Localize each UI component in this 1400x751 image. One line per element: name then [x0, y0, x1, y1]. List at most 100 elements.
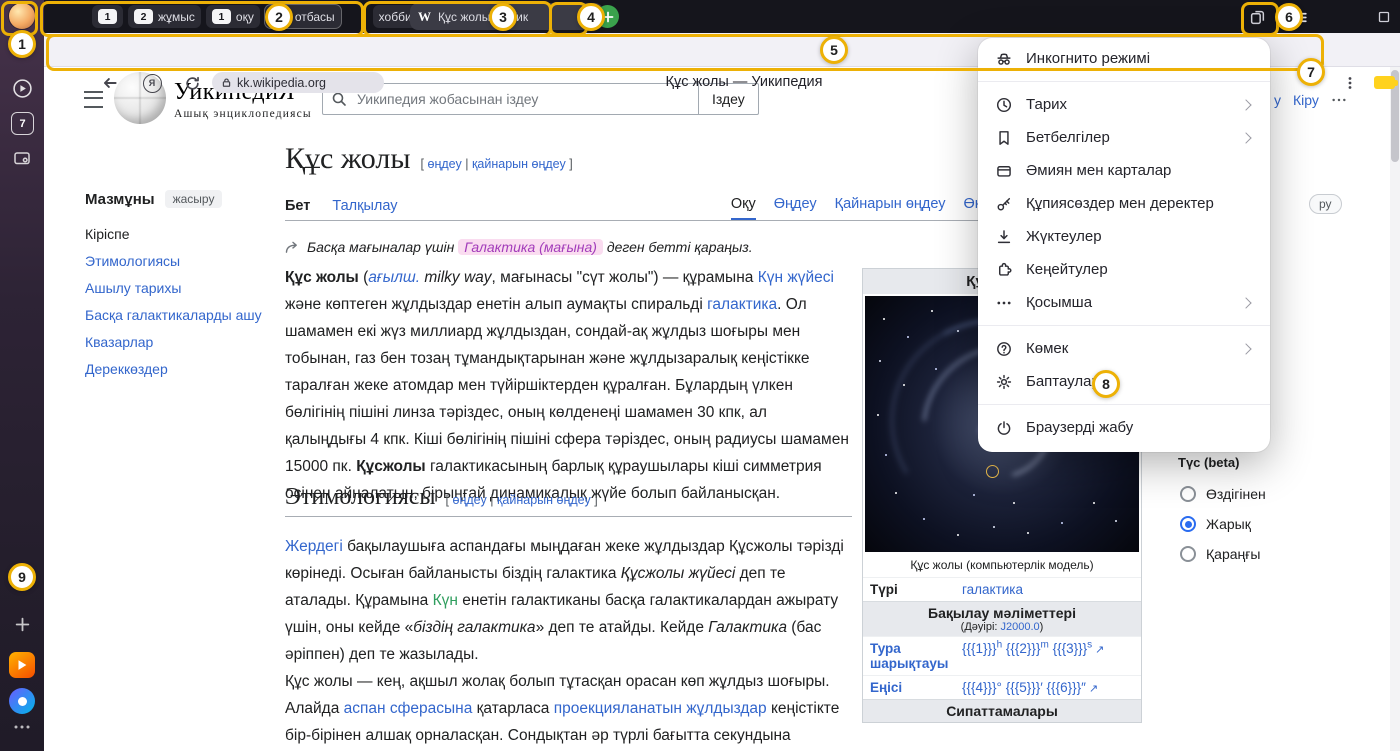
color-section-title: Түс (beta) [1178, 455, 1239, 470]
menu-item-more[interactable]: Қосымша [978, 286, 1270, 319]
menu-item-incognito[interactable]: Инкогнито режимі [978, 42, 1270, 75]
scrollbar-track[interactable] [1390, 66, 1400, 751]
row-value: {{{4}}}° {{{5}}}′ {{{6}}}″ ↗ [962, 680, 1098, 695]
menu-item-extensions[interactable]: Кеңейтулер [978, 253, 1270, 286]
bookmarks-icon [994, 128, 1014, 148]
tab-group-1[interactable]: 1 [92, 5, 123, 28]
toc-item-discovery[interactable]: Ашылу тарихы [85, 279, 263, 297]
menu-item-downloads[interactable]: Жүктеулер [978, 220, 1270, 253]
section-title: Бақылау мәліметтері [865, 605, 1139, 621]
hatnote-link[interactable]: Галактика (мағына) [458, 239, 603, 255]
epoch-line: (Дәуірі: J2000.0) [865, 621, 1139, 633]
chevron-right-icon [1240, 297, 1251, 308]
tab-group-count: 1 [212, 9, 231, 24]
tab-group-study[interactable]: 1 оқу [206, 5, 260, 28]
tab-groups: 1 2 жұмыс 1 оқу 1 отбасы хобби [92, 5, 418, 28]
edit-source-link[interactable]: қайнарын өңдеу [497, 493, 591, 507]
inline-link[interactable]: {{{4}}}° {{{5}}}′ {{{6}}}″ [962, 680, 1086, 695]
text-segment: Құсжолы [356, 458, 425, 475]
tab-edit[interactable]: Өңдеу [774, 196, 817, 220]
menu-item-bookmarks[interactable]: Бетбелгілер [978, 121, 1270, 154]
radio-circle [1180, 546, 1196, 562]
login-link[interactable]: Кіру [1293, 92, 1319, 108]
inline-link[interactable]: Жердегі [285, 538, 343, 555]
restore-window-button[interactable] [1374, 7, 1394, 27]
menu-item-close-browser[interactable]: Браузерді жабу [978, 411, 1270, 444]
inline-link[interactable]: галактика [962, 582, 1023, 597]
refresh-button[interactable] [182, 73, 202, 93]
menu-item-label: Бетбелгілер [1026, 129, 1242, 146]
radio-option-auto[interactable]: Өздігінен [1180, 486, 1266, 502]
inline-link[interactable]: {{{2}}} [1006, 641, 1041, 656]
toc-item-other-galaxies[interactable]: Басқа галактикаларды ашу [85, 306, 263, 324]
sidebar-more-button[interactable] [0, 724, 44, 730]
toc-item-etymology[interactable]: Этимологиясы [85, 252, 263, 270]
tab-talk[interactable]: Талқылау [332, 198, 397, 220]
tab-group-label: оқу [236, 10, 254, 24]
profile-avatar[interactable] [9, 3, 35, 29]
text-segment: ( [359, 269, 368, 286]
toc-item-quasars[interactable]: Квазарлар [85, 333, 263, 351]
epoch-link[interactable]: J2000.0 [1001, 621, 1040, 633]
inline-link[interactable]: Күн [433, 592, 458, 609]
screenshot-button[interactable] [0, 148, 44, 168]
menu-item-history[interactable]: Тарих [978, 88, 1270, 121]
user-menu-ellipsis-icon[interactable] [1331, 97, 1347, 103]
edit-link[interactable]: өңдеу [453, 493, 487, 507]
tab-group-work[interactable]: 2 жұмыс [128, 5, 201, 28]
bracket: ] [594, 493, 597, 507]
infobox-row-ra: Тура шарықтауы {{{1}}}h {{{2}}}m {{{3}}}… [863, 636, 1141, 675]
yandex-app-icon[interactable] [9, 652, 35, 678]
restore-window-icon [1377, 10, 1391, 24]
alice-app-icon[interactable] [9, 688, 35, 714]
radio-label: Қараңғы [1206, 546, 1260, 562]
text-segment: » деп те атайды. Кейде [536, 619, 709, 636]
menu-item-label: Құпиясөздер мен деректер [1026, 195, 1254, 212]
inline-link[interactable]: проекцияланатын жұлдыздар [554, 700, 767, 717]
menu-item-wallet[interactable]: Әмиян мен карталар [978, 154, 1270, 187]
wiki-menu-hamburger-icon[interactable] [84, 91, 103, 108]
menu-item-help[interactable]: Көмек [978, 332, 1270, 365]
inline-link[interactable]: Күн жүйесі [758, 269, 834, 286]
radio-option-light[interactable]: Жарық [1180, 516, 1251, 532]
edit-source-link[interactable]: қайнарын өңдеу [472, 157, 566, 171]
inline-link[interactable]: аспан сферасына [344, 700, 473, 717]
inline-link[interactable]: {{{3}}} [1053, 641, 1088, 656]
ellipsis-icon [13, 724, 31, 730]
row-label-link[interactable]: Тура шарықтауы [870, 641, 962, 671]
back-button[interactable] [100, 73, 120, 93]
tab-counter-badge[interactable]: 7 [11, 112, 34, 135]
inline-link[interactable]: m [1040, 640, 1048, 651]
toc-hide-button[interactable]: жасыру [165, 190, 223, 208]
sidebar-add-button[interactable] [0, 616, 44, 633]
page-actions-button[interactable] [1340, 73, 1360, 93]
text-segment: біздің галактика [413, 619, 535, 636]
signup-link-partial[interactable]: у [1274, 92, 1281, 108]
article-title: Құс жолы [285, 142, 411, 176]
appearance-hide-button-partial[interactable]: ру [1309, 194, 1342, 214]
url-field[interactable]: kk.wikipedia.org [212, 72, 384, 93]
battery-saver-icon[interactable] [1374, 76, 1395, 89]
tab-read[interactable]: Оқу [731, 196, 756, 220]
text-segment: және көптеген жұлдыздар енетін алып аума… [285, 296, 707, 313]
intro-paragraph: Құс жолы (ағылш. milky way, мағынасы "сү… [285, 264, 852, 507]
edit-link[interactable]: өңдеу [428, 157, 462, 171]
toc-item-intro[interactable]: Кіріспе [85, 225, 263, 243]
play-button[interactable] [0, 78, 44, 99]
separator: | [490, 493, 493, 507]
plus-icon [14, 616, 31, 633]
toc-item-sources[interactable]: Дереккөздер [85, 360, 263, 378]
tab-edit-source[interactable]: Қайнарын өңдеу [835, 196, 946, 220]
inline-link[interactable]: галактика [707, 296, 777, 313]
menu-item-settings[interactable]: Баптаулар [978, 365, 1270, 398]
tab-panels-button[interactable] [1247, 7, 1267, 27]
row-label-link[interactable]: Еңісі [870, 680, 962, 695]
lock-icon [221, 76, 232, 89]
radio-option-dark[interactable]: Қараңғы [1180, 546, 1260, 562]
history-icon [994, 95, 1014, 115]
tab-page[interactable]: Бет [285, 198, 310, 220]
inline-link[interactable]: {{{1}}} [962, 641, 997, 656]
inline-link[interactable]: ағылш. [368, 269, 420, 286]
menu-item-passwords[interactable]: Құпиясөздер мен деректер [978, 187, 1270, 220]
yandex-search-button[interactable]: Я [142, 73, 162, 93]
